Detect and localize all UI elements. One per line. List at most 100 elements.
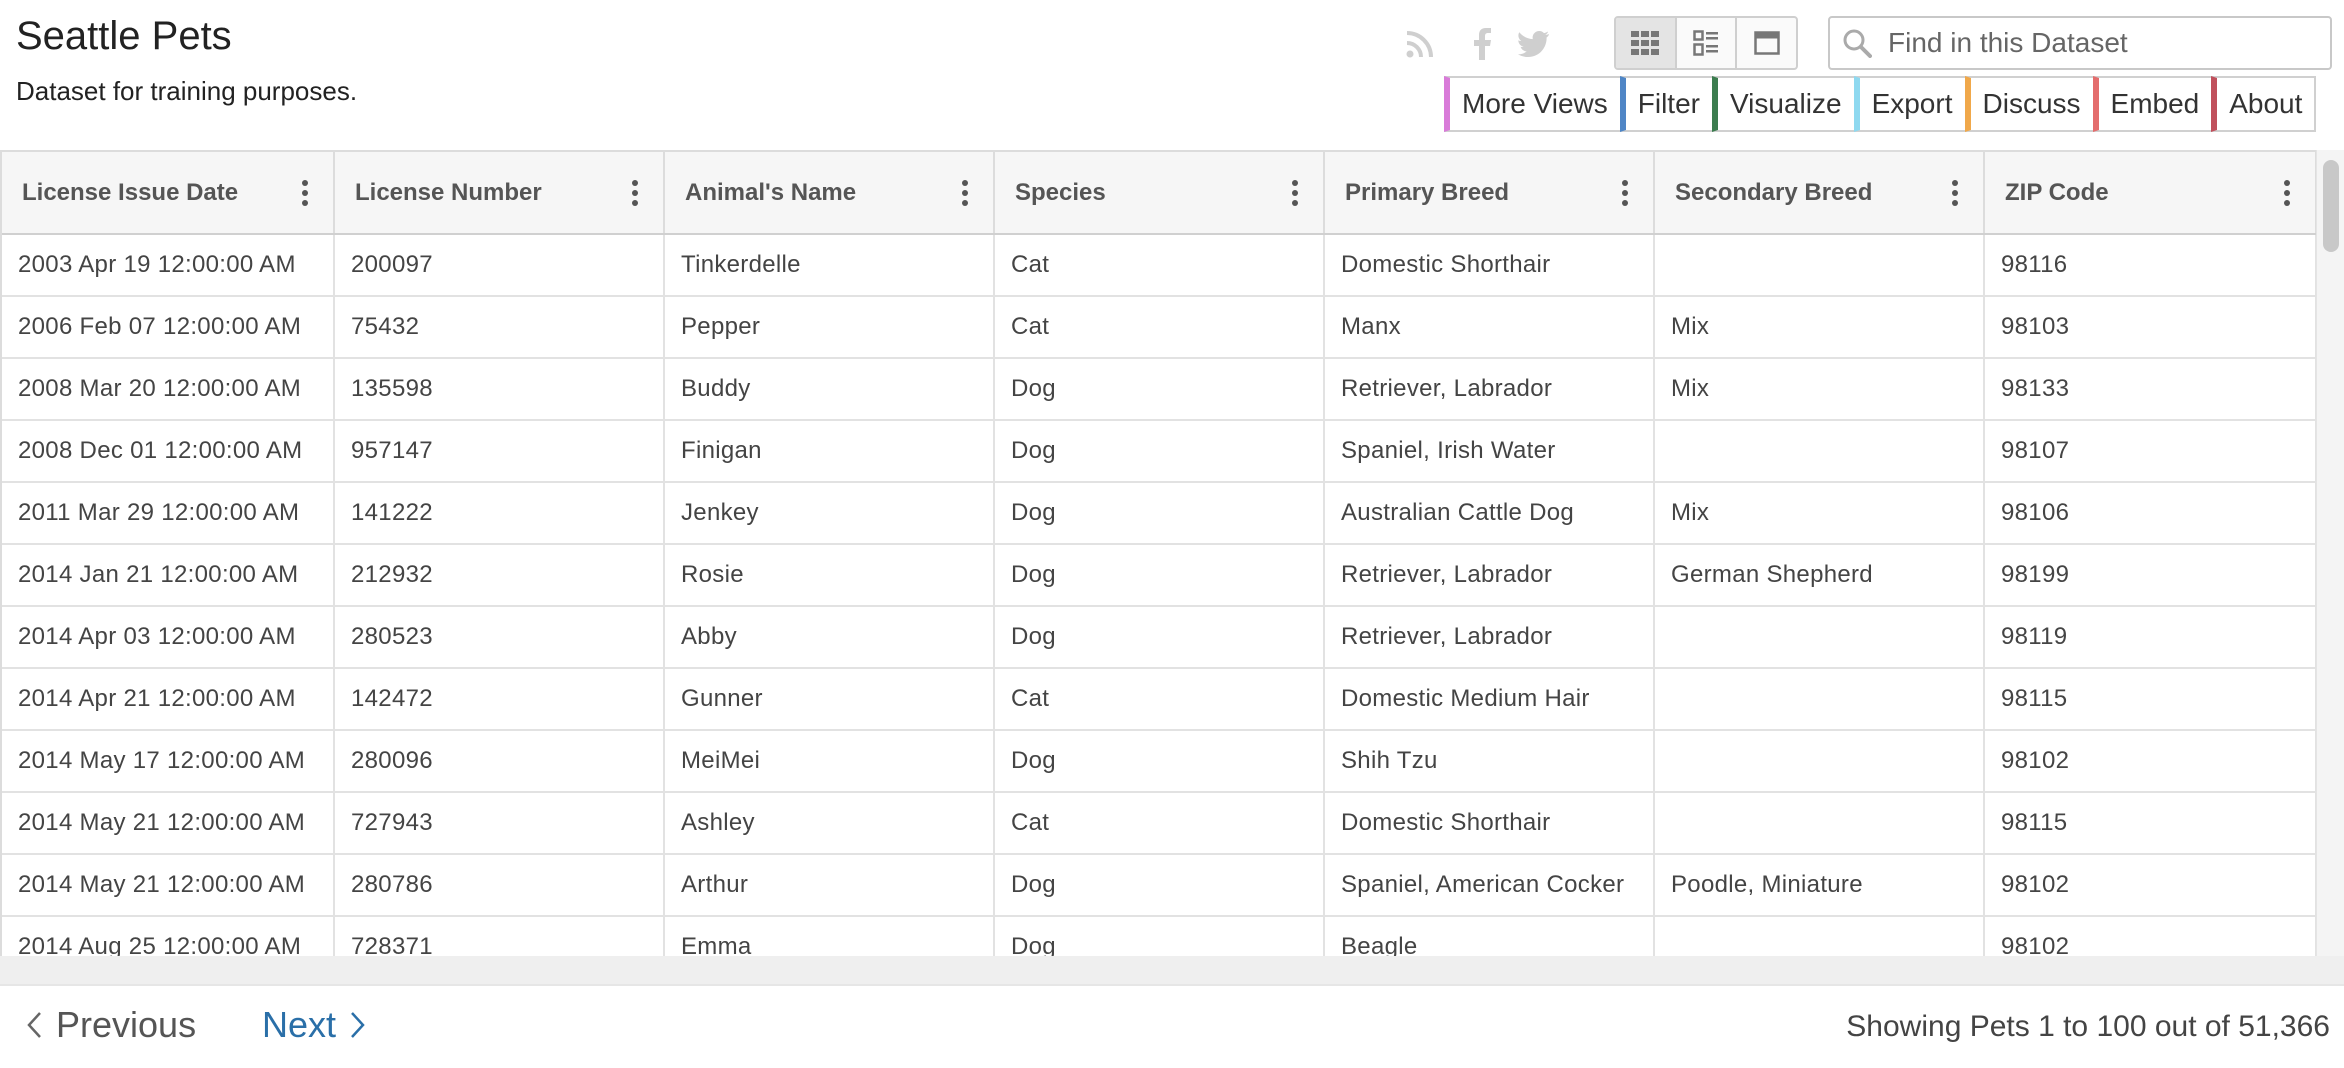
table-cell: Pepper [664,296,995,359]
table-cell: 2003 Apr 19 12:00:00 AM [2,234,335,297]
column-header-label: Species [1015,178,1106,206]
next-page-button[interactable]: Next [262,1004,366,1046]
table-cell: Dog [994,482,1325,545]
single-page-view-icon[interactable] [1737,18,1796,68]
table-row[interactable]: 2011 Mar 29 12:00:00 AM 141222 Jenkey Dog Au… [2,482,2317,545]
table-row[interactable]: 2014 May 17 12:00:00 AM 280096 MeiMei Dog Sh… [2,730,2317,793]
table-row[interactable]: 2003 Apr 19 12:00:00 AM 200097 Tinkerdelle… [2,234,2317,297]
column-header[interactable]: License Number [334,152,665,235]
dataset-description: Dataset for training purposes. [16,76,358,106]
table-cell: Tinkerdelle [664,234,995,297]
table-cell: 98102 [1984,916,2317,956]
table-cell: Dog [994,916,1325,956]
table-cell: Dog [994,854,1325,917]
facebook-icon[interactable] [1462,22,1502,66]
column-menu-icon[interactable] [297,178,313,208]
table-row[interactable]: 2014 May 21 12:00:00 AM 727943 Ashley Cat Do… [2,792,2317,855]
about-button[interactable]: About [2211,76,2317,132]
table-cell [1654,606,1985,669]
table-cell: 98106 [1984,482,2317,545]
table-cell: 98102 [1984,730,2317,793]
table-row[interactable]: 2014 Apr 03 12:00:00 AM 280523 Abby Dog Retr… [2,606,2317,669]
table-cell: Domestic Shorthair [1324,234,1655,297]
table-cell: Cat [994,668,1325,731]
table-cell: 957147 [334,420,665,483]
column-header[interactable]: Primary Breed [1324,152,1655,235]
table-cell: 98103 [1984,296,2317,359]
grid-view-icon[interactable] [1616,18,1677,68]
table-cell: 75432 [334,296,665,359]
table-cell: Rosie [664,544,995,607]
table-cell: Jenkey [664,482,995,545]
table-cell: 280523 [334,606,665,669]
filter-button[interactable]: Filter [1619,76,1714,132]
table-cell: Finigan [664,420,995,483]
rss-icon[interactable] [1400,22,1440,66]
table-cell: Mix [1654,358,1985,421]
table-cell: Cat [994,234,1325,297]
export-button[interactable]: Export [1853,76,1967,132]
table-cell: Retriever, Labrador [1324,358,1655,421]
table-cell: 98199 [1984,544,2317,607]
pagination-bar: Previous Next Showing Pets 1 to 100 out … [0,984,2344,1068]
table-cell: Arthur [664,854,995,917]
table-row[interactable]: 2008 Dec 01 12:00:00 AM 957147 Finigan Dog S… [2,420,2317,483]
chevron-right-icon [350,1011,366,1039]
table-cell: 2014 Apr 03 12:00:00 AM [2,606,335,669]
table-cell [1654,668,1985,731]
table-cell: 142472 [334,668,665,731]
chevron-left-icon [26,1011,42,1039]
column-header[interactable]: Animal's Name [664,152,995,235]
table-cell: Emma [664,916,995,956]
embed-button[interactable]: Embed [2092,76,2214,132]
dataset-toolbar: More Views Filter Visualize Export Discuss Em… [1444,76,2317,132]
grid-scrollbar[interactable] [2316,150,2344,956]
column-menu-icon[interactable] [1617,178,1633,208]
previous-page-button[interactable]: Previous [26,1004,196,1046]
column-menu-icon[interactable] [1947,178,1963,208]
table-row[interactable]: 2006 Feb 07 12:00:00 AM 75432 Pepper Cat Man… [2,296,2317,359]
table-cell: Dog [994,606,1325,669]
table-cell [1654,420,1985,483]
table-cell: Dog [994,730,1325,793]
search-input[interactable] [1888,27,2308,59]
column-menu-icon[interactable] [627,178,643,208]
table-row[interactable]: 2014 Jan 21 12:00:00 AM 212932 Rosie Dog Ret… [2,544,2317,607]
more-views-button[interactable]: More Views [1444,76,1622,132]
table-row[interactable]: 2008 Mar 20 12:00:00 AM 135598 Buddy Dog Ret… [2,358,2317,421]
table-cell [1654,916,1985,956]
column-menu-icon[interactable] [2279,178,2295,208]
dataset-search [1828,16,2332,70]
column-header[interactable]: Species [994,152,1325,235]
column-header[interactable]: License Issue Date [2,152,335,235]
table-cell: MeiMei [664,730,995,793]
column-menu-icon[interactable] [1287,178,1303,208]
dataset-header: Seattle Pets Dataset for training purpos… [0,0,2344,148]
table-cell: 98107 [1984,420,2317,483]
scrollbar-thumb[interactable] [2323,160,2339,252]
table-cell: Domestic Shorthair [1324,792,1655,855]
visualize-button[interactable]: Visualize [1712,76,1856,132]
discuss-button[interactable]: Discuss [1964,76,2095,132]
twitter-icon[interactable] [1514,22,1554,66]
table-cell: Dog [994,358,1325,421]
column-menu-icon[interactable] [957,178,973,208]
table-row[interactable]: 2014 Apr 21 12:00:00 AM 142472 Gunner Cat Do… [2,668,2317,731]
table-cell: Retriever, Labrador [1324,606,1655,669]
table-cell: 98115 [1984,792,2317,855]
table-row[interactable]: 2014 May 21 12:00:00 AM 280786 Arthur Dog Sp… [2,854,2317,917]
table-cell: Dog [994,420,1325,483]
table-cell: Beagle [1324,916,1655,956]
table-cell [1654,792,1985,855]
column-header-label: Secondary Breed [1675,178,1873,206]
column-header[interactable]: Secondary Breed [1654,152,1985,235]
column-header[interactable]: ZIP Code [1984,152,2317,235]
table-cell: 2014 May 21 12:00:00 AM [2,792,335,855]
table-cell: 98119 [1984,606,2317,669]
table-cell: 2014 May 17 12:00:00 AM [2,730,335,793]
search-icon [1842,28,1872,58]
table-row[interactable]: 2014 Aug 25 12:00:00 AM 728371 Emma Dog Beag… [2,916,2317,956]
row-view-icon[interactable] [1677,18,1738,68]
results-count: Showing Pets 1 to 100 out of 51,366 [1846,1010,2330,1043]
table-cell: 98133 [1984,358,2317,421]
